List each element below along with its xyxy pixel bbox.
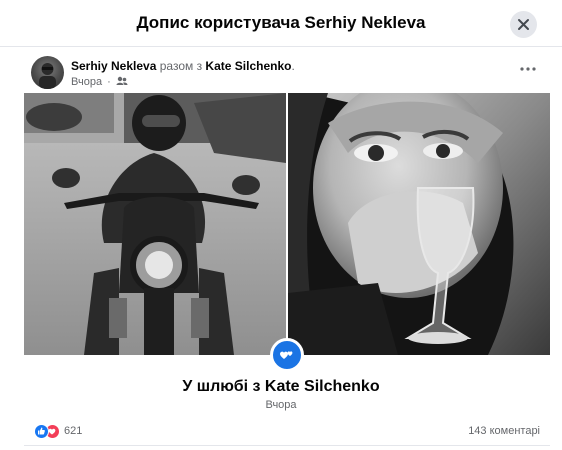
close-icon bbox=[518, 19, 529, 30]
footer-divider bbox=[24, 445, 550, 446]
more-dots-icon bbox=[520, 67, 536, 71]
tagged-name[interactable]: Kate Silchenko bbox=[205, 59, 291, 73]
reaction-count[interactable]: 621 bbox=[64, 425, 82, 437]
photo-motorcycle[interactable] bbox=[24, 93, 286, 355]
close-button[interactable] bbox=[510, 11, 537, 38]
more-options-button[interactable] bbox=[518, 62, 538, 76]
friends-icon[interactable] bbox=[116, 75, 128, 87]
post-meta: Вчора · bbox=[71, 75, 128, 88]
modal-header: Допис користувача Serhiy Nekleva bbox=[0, 0, 562, 47]
meta-separator: · bbox=[107, 76, 111, 88]
photo-woman-wine-glass[interactable] bbox=[288, 93, 550, 355]
comments-count[interactable]: 143 коментарі bbox=[468, 425, 540, 437]
author-line-period: . bbox=[291, 59, 295, 73]
life-event-title: У шлюбі з Kate Silchenko bbox=[182, 378, 380, 395]
with-text: разом з bbox=[159, 59, 203, 73]
hearts-icon bbox=[280, 351, 293, 359]
author-line: Serhiy Nekleva разом з Kate Silchenko. bbox=[71, 59, 295, 73]
author-name[interactable]: Serhiy Nekleva bbox=[71, 59, 156, 73]
relationship-badge bbox=[270, 338, 304, 372]
post-header: Serhiy Nekleva разом з Kate Silchenko. В… bbox=[31, 56, 541, 90]
modal-title: Допис користувача Serhiy Nekleva bbox=[136, 13, 426, 32]
like-icon bbox=[34, 424, 49, 439]
life-event-date: Вчора bbox=[265, 399, 297, 411]
avatar[interactable] bbox=[31, 56, 64, 89]
post-time[interactable]: Вчора bbox=[71, 76, 102, 88]
